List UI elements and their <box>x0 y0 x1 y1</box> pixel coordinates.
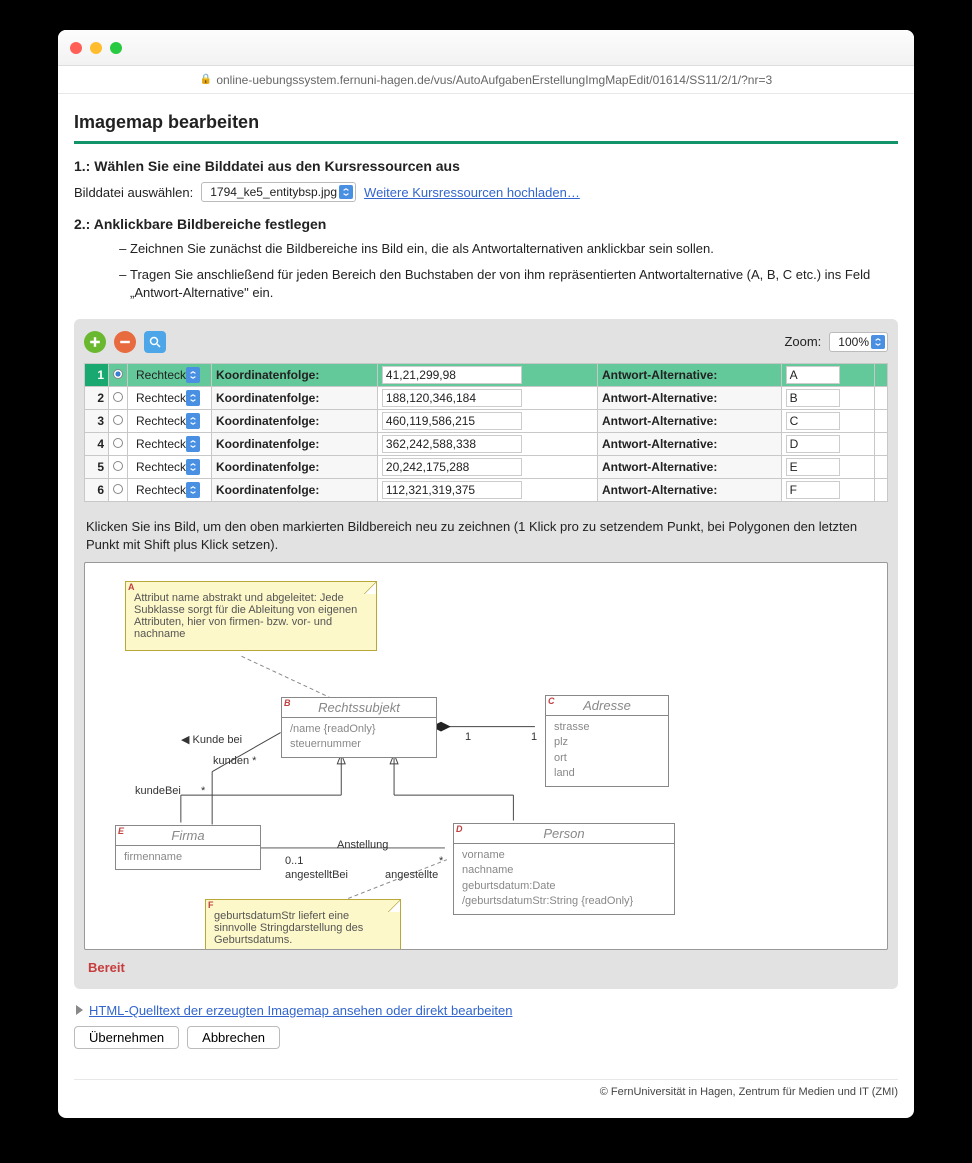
coord-input[interactable]: 112,321,319,375 <box>377 478 597 501</box>
row-number: 3 <box>85 409 109 432</box>
alt-input[interactable]: A <box>781 363 874 386</box>
image-canvas[interactable]: A Attribut name abstrakt und abgeleitet:… <box>84 562 888 950</box>
cancel-button[interactable]: Abbrechen <box>187 1026 280 1049</box>
step1-heading: 1.: Wählen Sie eine Bilddatei aus den Ku… <box>74 158 898 174</box>
header-rule <box>74 141 898 144</box>
table-row[interactable]: 4 RechteckKoordinatenfolge:362,242,588,33… <box>85 432 888 455</box>
coord-label: Koordinatenfolge: <box>212 455 378 478</box>
shape-select[interactable]: Rechteck <box>128 363 212 386</box>
uml-note-f: F geburtsdatumStr liefert eine sinnvolle… <box>205 899 401 950</box>
uml-box-adresse: CAdresse strasseplzortland <box>545 695 669 787</box>
status-text: Bereit <box>88 960 884 975</box>
coord-input[interactable]: 460,119,586,215 <box>377 409 597 432</box>
chevron-updown-icon <box>871 335 885 349</box>
row-radio[interactable] <box>109 455 128 478</box>
table-row[interactable]: 6 RechteckKoordinatenfolge:112,321,319,37… <box>85 478 888 501</box>
row-number: 2 <box>85 386 109 409</box>
uml-box-rechtssubjekt: BRechtssubjekt /name {readOnly}steuernum… <box>281 697 437 758</box>
minimize-icon[interactable] <box>90 42 102 54</box>
titlebar <box>58 30 914 66</box>
coord-label: Koordinatenfolge: <box>212 363 378 386</box>
zoom-button[interactable] <box>144 331 166 353</box>
shape-select[interactable]: Rechteck <box>128 409 212 432</box>
file-label: Bilddatei auswählen: <box>74 185 193 200</box>
coord-input[interactable]: 362,242,588,338 <box>377 432 597 455</box>
coord-label: Koordinatenfolge: <box>212 386 378 409</box>
editor-panel: Zoom: 100% 1RechteckKoordinatenfolge:41,… <box>74 319 898 989</box>
alt-label: Antwort-Alternative: <box>597 432 781 455</box>
page-title: Imagemap bearbeiten <box>74 112 898 133</box>
uml-note-a: A Attribut name abstrakt und abgeleitet:… <box>125 581 377 651</box>
zoom-select[interactable]: 100% <box>829 332 888 352</box>
alt-input[interactable]: C <box>781 409 874 432</box>
add-region-button[interactable] <box>84 331 106 353</box>
alt-label: Antwort-Alternative: <box>597 409 781 432</box>
footer-text: © FernUniversität in Hagen, Zentrum für … <box>74 1079 898 1098</box>
alt-input[interactable]: B <box>781 386 874 409</box>
table-row[interactable]: 3 RechteckKoordinatenfolge:460,119,586,21… <box>85 409 888 432</box>
uml-box-person: DPerson vornamenachnamegeburtsdatum:Date… <box>453 823 675 915</box>
html-source-disclosure[interactable]: HTML-Quelltext der erzeugten Imagemap an… <box>76 1003 896 1018</box>
bullet-1: Zeichnen Sie zunächst die Bildbereiche i… <box>130 240 898 258</box>
row-radio[interactable] <box>109 363 128 386</box>
table-row[interactable]: 2 RechteckKoordinatenfolge:188,120,346,18… <box>85 386 888 409</box>
row-radio[interactable] <box>109 386 128 409</box>
image-file-select[interactable]: 1794_ke5_entitybsp.jpg <box>201 182 356 202</box>
shape-select[interactable]: Rechteck <box>128 455 212 478</box>
shape-select[interactable]: Rechteck <box>128 478 212 501</box>
close-icon[interactable] <box>70 42 82 54</box>
upload-link[interactable]: Weitere Kursressourcen hochladen… <box>364 185 580 200</box>
coord-input[interactable]: 41,21,299,98 <box>377 363 597 386</box>
shape-select[interactable]: Rechteck <box>128 386 212 409</box>
url-bar: 🔒 online-uebungssystem.fernuni-hagen.de/… <box>58 66 914 94</box>
html-source-link[interactable]: HTML-Quelltext der erzeugten Imagemap an… <box>89 1003 512 1018</box>
alt-label: Antwort-Alternative: <box>597 478 781 501</box>
coord-label: Koordinatenfolge: <box>212 478 378 501</box>
row-radio[interactable] <box>109 409 128 432</box>
coord-input[interactable]: 188,120,346,184 <box>377 386 597 409</box>
table-row[interactable]: 1 RechteckKoordinatenfolge:41,21,299,98An… <box>85 363 888 386</box>
table-row[interactable]: 5 RechteckKoordinatenfolge:20,242,175,288… <box>85 455 888 478</box>
lock-icon: 🔒 <box>200 74 212 85</box>
url-text: online-uebungssystem.fernuni-hagen.de/vu… <box>216 73 772 87</box>
maximize-icon[interactable] <box>110 42 122 54</box>
region-table: 1RechteckKoordinatenfolge:41,21,299,98An… <box>84 363 888 502</box>
chevron-updown-icon <box>339 185 353 199</box>
zoom-label: Zoom: <box>784 334 821 349</box>
alt-label: Antwort-Alternative: <box>597 386 781 409</box>
draw-hint: Klicken Sie ins Bild, um den oben markie… <box>86 518 886 554</box>
alt-input[interactable]: D <box>781 432 874 455</box>
disclosure-triangle-icon <box>76 1005 83 1015</box>
row-radio[interactable] <box>109 432 128 455</box>
alt-input[interactable]: E <box>781 455 874 478</box>
apply-button[interactable]: Übernehmen <box>74 1026 179 1049</box>
shape-select[interactable]: Rechteck <box>128 432 212 455</box>
coord-label: Koordinatenfolge: <box>212 409 378 432</box>
row-radio[interactable] <box>109 478 128 501</box>
bullet-2: Tragen Sie anschließend für jeden Bereic… <box>130 266 898 302</box>
coord-input[interactable]: 20,242,175,288 <box>377 455 597 478</box>
delete-region-button[interactable] <box>114 331 136 353</box>
alt-label: Antwort-Alternative: <box>597 363 781 386</box>
coord-label: Koordinatenfolge: <box>212 432 378 455</box>
uml-box-firma: EFirma firmenname <box>115 825 261 870</box>
step2-heading: 2.: Anklickbare Bildbereiche festlegen <box>74 216 898 232</box>
row-number: 6 <box>85 478 109 501</box>
app-window: 🔒 online-uebungssystem.fernuni-hagen.de/… <box>58 30 914 1118</box>
row-number: 5 <box>85 455 109 478</box>
row-number: 1 <box>85 363 109 386</box>
row-number: 4 <box>85 432 109 455</box>
step2-bullets: Zeichnen Sie zunächst die Bildbereiche i… <box>90 240 898 303</box>
alt-input[interactable]: F <box>781 478 874 501</box>
alt-label: Antwort-Alternative: <box>597 455 781 478</box>
